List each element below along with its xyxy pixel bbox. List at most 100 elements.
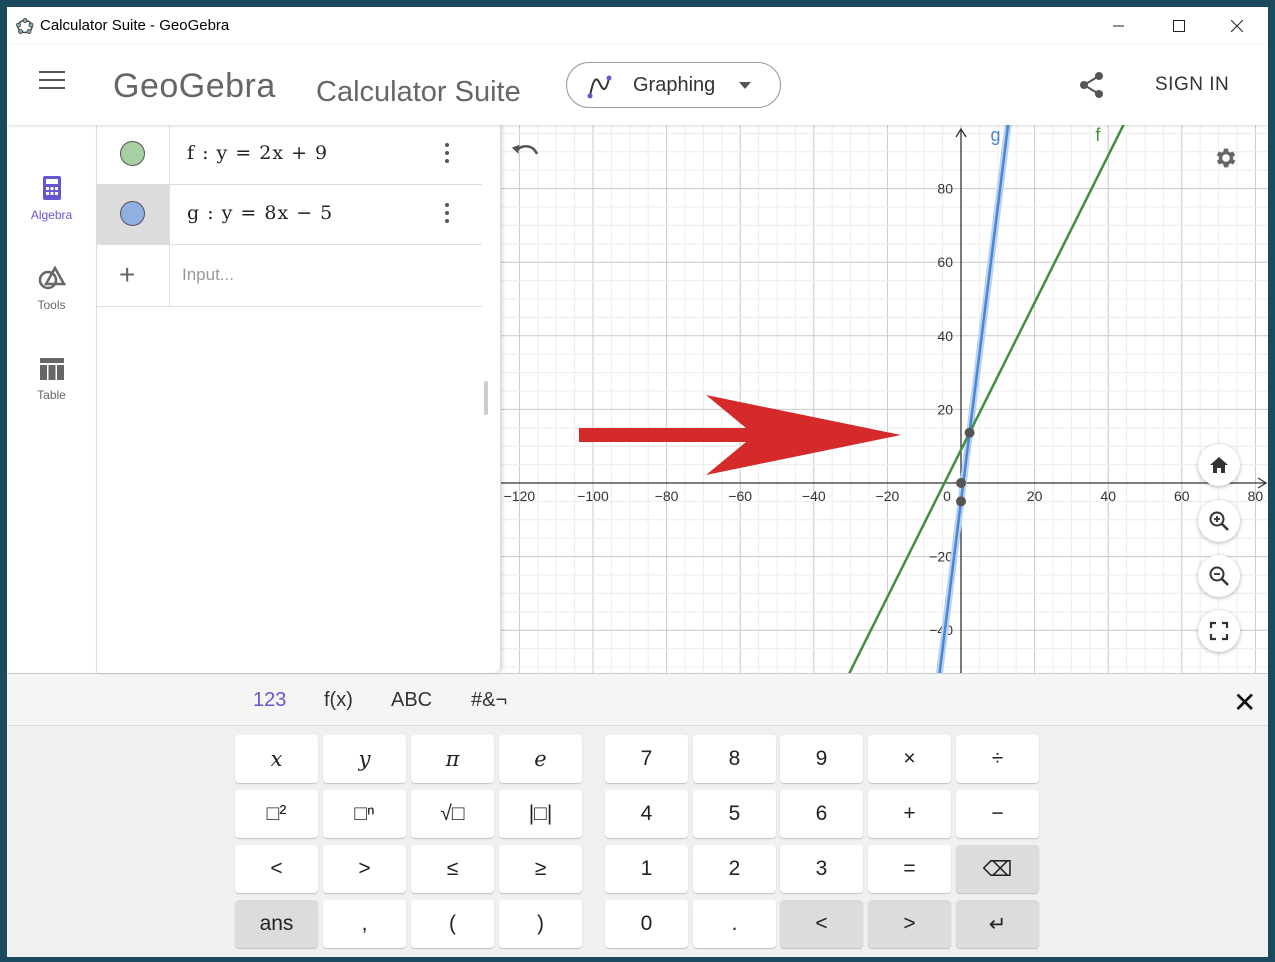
side-navigation: Algebra Tools Table — [7, 125, 96, 673]
calculator-icon — [42, 176, 61, 200]
key-5[interactable]: 5 — [693, 790, 776, 838]
curve-g-label: g — [990, 125, 1000, 145]
key-less-than[interactable]: < — [235, 845, 318, 893]
algebra-row-g[interactable]: g : y = 8x − 5 — [97, 185, 482, 245]
key-abs[interactable]: |□| — [499, 790, 582, 838]
nav-algebra[interactable]: Algebra — [7, 175, 96, 222]
key-cursor-right[interactable]: > — [868, 900, 951, 948]
minimize-button[interactable] — [1090, 7, 1148, 45]
x-tick-label: −20 — [876, 488, 900, 504]
key-power[interactable]: □ⁿ — [323, 790, 406, 838]
sign-in-button[interactable]: SIGN IN — [1155, 74, 1229, 96]
key-3[interactable]: 3 — [780, 845, 863, 893]
maximize-icon — [1173, 20, 1185, 32]
algebra-row-f[interactable]: f : y = 2x + 9 — [97, 125, 482, 185]
key-comma[interactable]: , — [323, 900, 406, 948]
x-tick-label: −40 — [802, 488, 826, 504]
key-divide[interactable]: ÷ — [956, 735, 1039, 783]
key-cursor-left[interactable]: < — [780, 900, 863, 948]
expression-g[interactable]: g : y = 8x − 5 — [187, 202, 333, 224]
x-tick-label: 60 — [1174, 488, 1190, 504]
x-tick-label: −60 — [728, 488, 752, 504]
key-sqrt[interactable]: √□ — [411, 790, 494, 838]
nav-table[interactable]: Table — [7, 357, 96, 402]
key-9[interactable]: 9 — [780, 735, 863, 783]
tab-123[interactable]: 123 — [253, 689, 286, 712]
key-8[interactable]: 8 — [693, 735, 776, 783]
algebra-input[interactable]: Input... — [182, 265, 234, 285]
more-vert-icon[interactable] — [445, 143, 451, 165]
zoom-out-icon — [1209, 566, 1229, 586]
nav-table-label: Table — [37, 388, 66, 402]
tab-functions[interactable]: f(x) — [324, 689, 353, 712]
close-icon — [1231, 20, 1243, 32]
key-times[interactable]: × — [868, 735, 951, 783]
key-0[interactable]: 0 — [605, 900, 688, 948]
y-tick-label: 60 — [937, 254, 953, 270]
key-2[interactable]: 2 — [693, 845, 776, 893]
key-ans[interactable]: ans — [235, 900, 318, 948]
key-greater-than[interactable]: > — [323, 845, 406, 893]
x-tick-label: −100 — [577, 488, 609, 504]
app-selector[interactable]: Graphing — [566, 62, 781, 108]
key-1[interactable]: 1 — [605, 845, 688, 893]
settings-gear-icon[interactable] — [1213, 145, 1239, 171]
algebra-input-row[interactable]: + Input... — [97, 245, 482, 307]
table-icon — [39, 358, 64, 380]
zoom-in-button[interactable] — [1198, 500, 1240, 542]
menu-icon[interactable] — [39, 71, 65, 93]
key-e[interactable]: e — [499, 735, 582, 783]
more-vert-icon[interactable] — [445, 203, 451, 225]
home-view-button[interactable] — [1198, 444, 1240, 486]
graphics-view[interactable]: −120 −100 −80 −60 −40 −20 0 20 40 60 80 80 60 40 20 −20… — [501, 125, 1268, 673]
window-title: Calculator Suite - GeoGebra — [40, 17, 230, 34]
visibility-marble[interactable] — [120, 201, 145, 226]
graph-canvas[interactable]: −120 −100 −80 −60 −40 −20 0 20 40 60 80 80 60 40 20 −20… — [501, 125, 1268, 673]
tab-symbols[interactable]: #&¬ — [471, 689, 507, 712]
undo-icon[interactable] — [511, 142, 541, 164]
app-header: GeoGebra Calculator Suite Graphing SIGN … — [7, 45, 1268, 125]
panel-resize-handle[interactable] — [484, 381, 488, 415]
key-x[interactable]: x — [235, 735, 318, 783]
key-greater-equal[interactable]: ≥ — [499, 845, 582, 893]
x-tick-label: 20 — [1027, 488, 1043, 504]
share-icon[interactable] — [1079, 71, 1105, 99]
geogebra-logo: GeoGebra — [113, 67, 276, 105]
key-6[interactable]: 6 — [780, 790, 863, 838]
tab-abc[interactable]: ABC — [391, 689, 432, 712]
key-close-paren[interactable]: ) — [499, 900, 582, 948]
key-plus[interactable]: + — [868, 790, 951, 838]
origin-point — [956, 478, 966, 488]
close-window-button[interactable] — [1208, 7, 1266, 45]
visibility-marble[interactable] — [120, 141, 145, 166]
key-decimal[interactable]: . — [693, 900, 776, 948]
suite-title: Calculator Suite — [316, 76, 521, 108]
home-icon — [1210, 457, 1228, 473]
key-7[interactable]: 7 — [605, 735, 688, 783]
key-y[interactable]: y — [323, 735, 406, 783]
maximize-button[interactable] — [1150, 7, 1208, 45]
key-minus[interactable]: − — [956, 790, 1039, 838]
key-square[interactable]: □² — [235, 790, 318, 838]
virtual-keyboard: 123 f(x) ABC #&¬ ✕ x y π e □² □ⁿ √□ |□| < > ≤ ≥ ans,… — [7, 673, 1268, 957]
key-equals[interactable]: = — [868, 845, 951, 893]
fullscreen-button[interactable] — [1198, 610, 1240, 652]
plus-icon[interactable]: + — [119, 259, 135, 291]
x-tick-label: −80 — [655, 488, 679, 504]
g-y-intercept-point — [956, 496, 966, 507]
zoom-out-button[interactable] — [1198, 555, 1240, 597]
x-tick-label: 40 — [1100, 488, 1116, 504]
key-enter[interactable]: ↵ — [956, 900, 1039, 948]
key-less-equal[interactable]: ≤ — [411, 845, 494, 893]
key-open-paren[interactable]: ( — [411, 900, 494, 948]
nav-tools[interactable]: Tools — [7, 265, 96, 312]
app-selector-label: Graphing — [633, 74, 716, 96]
title-bar: Calculator Suite - GeoGebra — [7, 7, 1268, 45]
key-backspace[interactable]: ⌫ — [956, 845, 1039, 893]
key-4[interactable]: 4 — [605, 790, 688, 838]
key-pi[interactable]: π — [411, 735, 494, 783]
expression-f[interactable]: f : y = 2x + 9 — [187, 142, 328, 164]
zoom-in-icon — [1209, 511, 1229, 531]
close-keyboard-icon[interactable]: ✕ — [1233, 686, 1256, 719]
x-tick-label: 0 — [943, 488, 951, 504]
